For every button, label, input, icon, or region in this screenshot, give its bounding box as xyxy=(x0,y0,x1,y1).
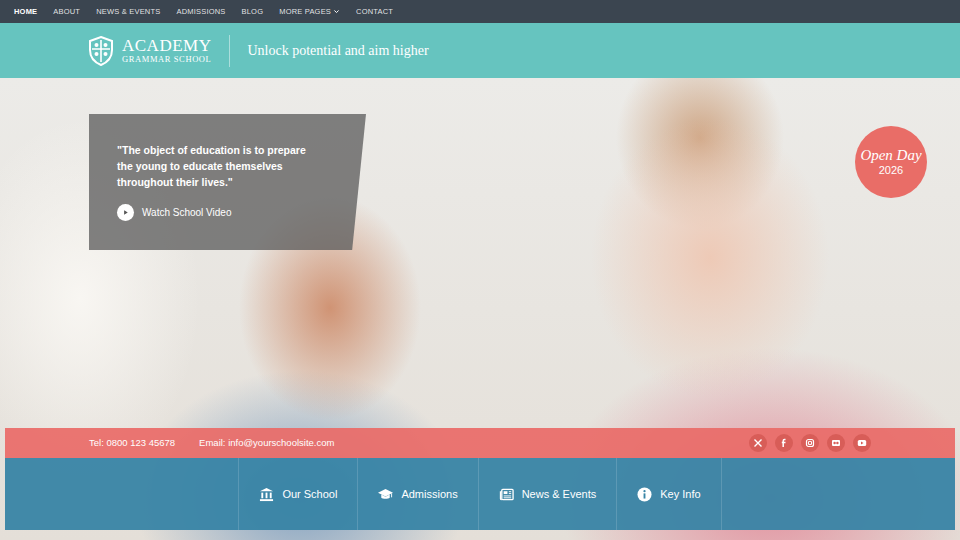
open-day-badge[interactable]: Open Day2026 xyxy=(855,126,927,198)
nav-item[interactable]: HOME xyxy=(14,6,37,17)
nav-text: HOME xyxy=(14,6,37,17)
phone-text: Tel: 0800 123 45678 xyxy=(89,436,175,450)
quote-text: "The object of education is to prepare t… xyxy=(117,142,316,190)
nav-text: NEWS & EVENTS xyxy=(96,6,160,17)
social-link[interactable] xyxy=(801,434,819,452)
quick-link-label: Our School xyxy=(282,486,337,503)
watch-video-link[interactable]: Watch School Video xyxy=(117,204,232,221)
email-link[interactable]: Email: info@yourschoolsite.com xyxy=(199,436,334,450)
nav-text: BLOG xyxy=(242,6,264,17)
quick-link[interactable]: Key Info xyxy=(616,458,721,530)
quick-link-label: Key Info xyxy=(660,486,700,503)
instagram-icon xyxy=(805,438,815,448)
nav-item[interactable]: CONTACT xyxy=(356,6,393,17)
social-link[interactable] xyxy=(827,434,845,452)
contact-strip: Tel: 0800 123 45678 Email: info@yourschoo… xyxy=(5,428,955,458)
flickr-icon xyxy=(831,438,841,448)
nav-label: HOME xyxy=(14,6,37,17)
social-link[interactable] xyxy=(853,434,871,452)
bottom-strips: Tel: 0800 123 45678 Email: info@yourschoo… xyxy=(5,428,955,530)
graduation-cap-icon xyxy=(378,487,393,502)
social-link[interactable] xyxy=(749,434,767,452)
quick-link[interactable]: News & Events xyxy=(478,458,617,530)
nav-label: CONTACT xyxy=(356,6,393,17)
nav-text: ADMISSIONS xyxy=(176,6,225,17)
nav-item[interactable]: BLOG xyxy=(242,6,264,17)
chevron-down-icon xyxy=(333,8,340,15)
quick-link[interactable]: Admissions xyxy=(357,458,477,530)
quote-box: "The object of education is to prepare t… xyxy=(89,114,366,250)
tagline: Unlock potential and aim higher xyxy=(247,40,428,61)
institution-icon xyxy=(259,487,274,502)
info-icon xyxy=(637,487,652,502)
badge-year: 2026 xyxy=(879,163,903,177)
youtube-icon xyxy=(857,438,867,448)
x-icon xyxy=(753,438,763,448)
nav-label: ABOUT xyxy=(53,6,80,17)
nav-label: ADMISSIONS xyxy=(176,6,225,17)
nav-text: ABOUT xyxy=(53,6,80,17)
logo-title: ACADEMY xyxy=(122,37,211,54)
social-links xyxy=(749,434,871,452)
social-link[interactable] xyxy=(775,434,793,452)
facebook-icon xyxy=(779,438,789,448)
nav-item[interactable]: NEWS & EVENTS xyxy=(96,6,160,17)
nav-label: NEWS & EVENTS xyxy=(96,6,160,17)
play-triangle-icon xyxy=(121,208,130,217)
quick-link-label: Admissions xyxy=(401,486,457,503)
nav-item[interactable]: ADMISSIONS xyxy=(176,6,225,17)
newspaper-icon xyxy=(499,487,514,502)
nav-label: BLOG xyxy=(242,6,264,17)
nav-text: MORE PAGES xyxy=(279,6,331,17)
play-icon xyxy=(117,204,134,221)
nav-item[interactable]: ABOUT xyxy=(53,6,80,17)
nav-item[interactable]: MORE PAGES xyxy=(279,6,340,17)
nav-text: CONTACT xyxy=(356,6,393,17)
quick-link[interactable]: Our School xyxy=(238,458,357,530)
site-logo[interactable]: ACADEMYGRAMMAR SCHOOL xyxy=(88,36,211,66)
logo-subtitle: GRAMMAR SCHOOL xyxy=(122,54,211,64)
site-header: ACADEMYGRAMMAR SCHOOL Unlock potential an… xyxy=(0,23,960,78)
quick-link-label: News & Events xyxy=(522,486,597,503)
main-nav: HOME ABOUT NEWS & EVENTS ADMISSIONS BLOG MORE… xyxy=(0,0,960,23)
hero-photo: "The object of education is to prepare t… xyxy=(0,78,960,540)
badge-title: Open Day xyxy=(860,147,921,163)
quick-links-bar: Our School Admissions News & Events Key Inf… xyxy=(5,458,955,530)
shield-logo-icon xyxy=(88,36,114,66)
header-divider xyxy=(229,35,230,67)
nav-label: MORE PAGES xyxy=(279,6,340,17)
video-link-text: Watch School Video xyxy=(142,205,232,220)
